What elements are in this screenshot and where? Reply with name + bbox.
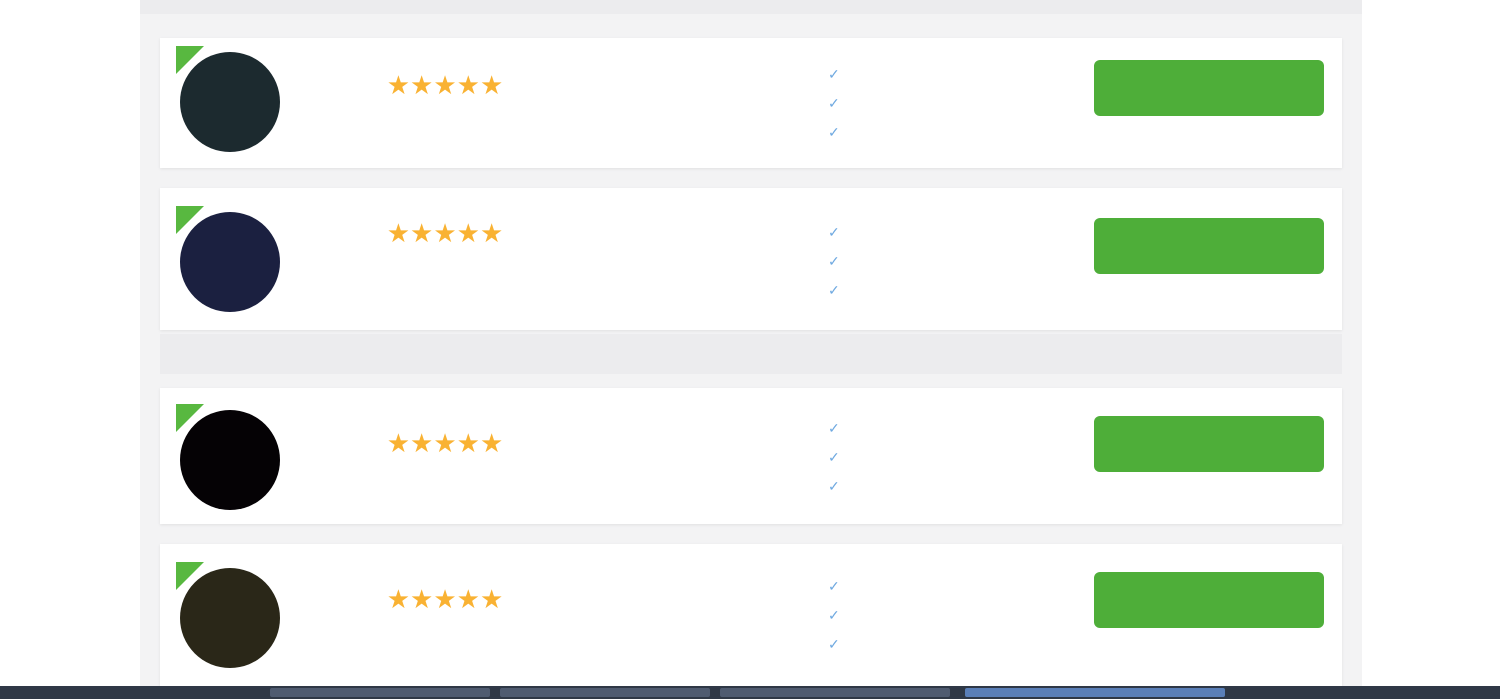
star-rating-icon: ★★★★★ [386,70,504,100]
check-icon: ✓ [828,449,840,465]
taskbar [0,686,1500,699]
play-now-button[interactable] [1094,572,1324,628]
check-icon: ✓ [828,636,840,652]
play-now-button[interactable] [1094,416,1324,472]
gold-logo-icon [180,568,280,668]
logo-link[interactable] [176,46,280,152]
check-icon: ✓ [828,420,840,436]
star-rating-icon: ★★★★★ [386,428,504,458]
listing-panel: ★★★★★ ✓ ✓ ✓ ★★★★★ ✓ ✓ ✓ ★★★★★ ✓ ✓ ✓ ★★★★… [140,0,1362,686]
taskbar-item[interactable] [270,688,490,697]
check-icon: ✓ [828,253,840,269]
logo-link[interactable] [176,206,280,312]
taskbar-item-active[interactable] [965,688,1225,697]
feature-item: ✓ [828,89,1078,118]
listing-row: ★★★★★ ✓ ✓ ✓ [160,188,1342,330]
feature-list: ✓ ✓ ✓ [828,218,1078,305]
feature-list: ✓ ✓ ✓ [828,60,1078,147]
taskbar-item[interactable] [720,688,950,697]
feature-item: ✓ [828,60,1078,89]
feature-item: ✓ [828,118,1078,147]
play-now-button[interactable] [1094,60,1324,116]
feature-item: ✓ [828,247,1078,276]
brand-column: ★★★★★ [330,64,560,100]
feature-item: ✓ [828,443,1078,472]
listing-row: ★★★★★ ✓ ✓ ✓ [160,38,1342,168]
check-icon: ✓ [828,282,840,298]
check-icon: ✓ [828,124,840,140]
logo-link[interactable] [176,404,280,510]
play-now-button[interactable] [1094,218,1324,274]
feature-item: ✓ [828,414,1078,443]
cta-column [1094,572,1324,646]
feature-item: ✓ [828,276,1078,305]
check-icon: ✓ [828,607,840,623]
cta-column [1094,60,1324,134]
check-icon: ✓ [828,66,840,82]
logo-link[interactable] [176,562,280,668]
navy-logo-icon [180,212,280,312]
feature-list: ✓ ✓ ✓ [828,572,1078,659]
check-icon: ✓ [828,578,840,594]
check-icon: ✓ [828,478,840,494]
feature-item: ✓ [828,630,1078,659]
cta-column [1094,416,1324,490]
cta-column [1094,218,1324,292]
feature-list: ✓ ✓ ✓ [828,414,1078,501]
feature-item: ✓ [828,572,1078,601]
magenta-logo-icon [180,410,280,510]
brand-column: ★★★★★ [330,578,560,614]
taskbar-item[interactable] [500,688,710,697]
star-rating-icon: ★★★★★ [386,584,504,614]
advertiser-disclosure [160,334,1342,374]
brand-column: ★★★★★ [330,212,560,248]
listing-row: ★★★★★ ✓ ✓ ✓ [160,388,1342,524]
feature-item: ✓ [828,218,1078,247]
brand-column: ★★★★★ [330,422,560,458]
teal-logo-icon [180,52,280,152]
previous-row-edge [140,0,1362,14]
listing-row: ★★★★★ ✓ ✓ ✓ [160,544,1342,686]
star-rating-icon: ★★★★★ [386,218,504,248]
feature-item: ✓ [828,601,1078,630]
feature-item: ✓ [828,472,1078,501]
check-icon: ✓ [828,95,840,111]
check-icon: ✓ [828,224,840,240]
